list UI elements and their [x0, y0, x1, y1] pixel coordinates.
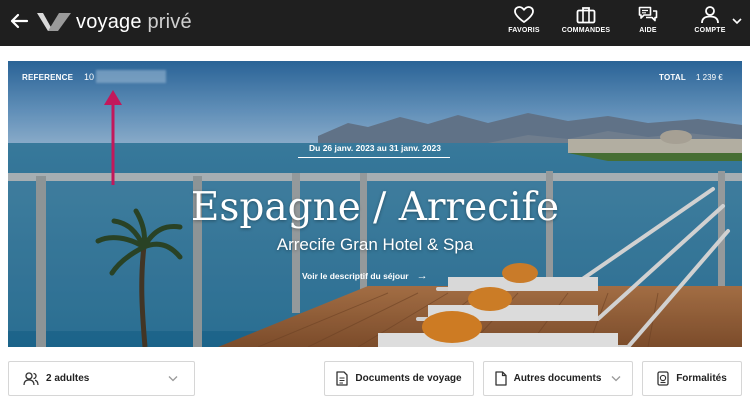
user-icon [701, 6, 719, 24]
back-arrow-icon[interactable] [8, 10, 30, 32]
other-documents-label: Autres documents [513, 373, 602, 384]
nav-favoris[interactable]: FAVORIS [494, 4, 554, 42]
hotel-name: Arrecife Gran Hotel & Spa [276, 235, 474, 254]
formalities-button[interactable]: Formalités [642, 361, 742, 396]
users-icon [23, 371, 39, 385]
chevron-down-icon [168, 376, 178, 382]
other-documents-dropdown[interactable]: Autres documents [483, 361, 633, 396]
nav-compte-label: COMPTE [694, 27, 726, 34]
nav-favoris-label: FAVORIS [508, 27, 540, 34]
travelers-select[interactable]: 2 adultes [8, 361, 195, 396]
top-bar: voyage privé FAVORIS COMMANDES AIDE COMP… [0, 0, 750, 46]
logo-mark-icon [37, 13, 71, 31]
stay-dates: Du 26 janv. 2023 au 31 janv. 2023 [309, 143, 441, 153]
view-stay-description-link[interactable]: Voir le descriptif du séjour → [302, 270, 428, 282]
total-label: TOTAL [659, 73, 686, 82]
nav-aide-label: AIDE [639, 27, 657, 34]
file-icon [494, 371, 507, 386]
document-icon [336, 371, 349, 386]
passport-icon [657, 371, 669, 386]
annotation-arrow-icon [104, 90, 122, 185]
stay-dates-underline [298, 157, 450, 158]
total-value: 1 239 € [696, 73, 723, 82]
reference-label: REFERENCE [22, 73, 74, 82]
chevron-down-icon [611, 376, 621, 382]
chat-icon [638, 6, 658, 22]
travel-documents-label: Documents de voyage [355, 373, 462, 384]
account-chevron-down-icon[interactable] [732, 17, 742, 25]
nav-compte[interactable]: COMPTE [680, 4, 740, 42]
nav-commandes[interactable]: COMMANDES [556, 4, 616, 42]
destination-title: Espagne / Arrecife [190, 185, 560, 230]
reference-redaction [96, 70, 166, 83]
nav-commandes-label: COMMANDES [561, 27, 611, 34]
heart-icon [514, 6, 534, 23]
travel-documents-button[interactable]: Documents de voyage [324, 361, 474, 396]
travelers-label: 2 adultes [46, 373, 90, 384]
arrow-right-icon: → [416, 270, 428, 282]
hero-banner: REFERENCE 10 TOTAL 1 239 € Du 26 janv. 2… [8, 61, 742, 347]
nav-aide[interactable]: AIDE [618, 4, 678, 42]
briefcase-icon [576, 7, 596, 24]
brand-name-light: privé [147, 10, 192, 33]
brand-name-main: voyage [76, 10, 142, 33]
formalities-label: Formalités [676, 373, 727, 384]
brand-logo[interactable]: voyage privé [36, 8, 192, 36]
reference-value: 10 [84, 72, 95, 82]
brand-name: voyage privé [76, 11, 192, 34]
view-stay-description-label: Voir le descriptif du séjour [302, 271, 409, 281]
